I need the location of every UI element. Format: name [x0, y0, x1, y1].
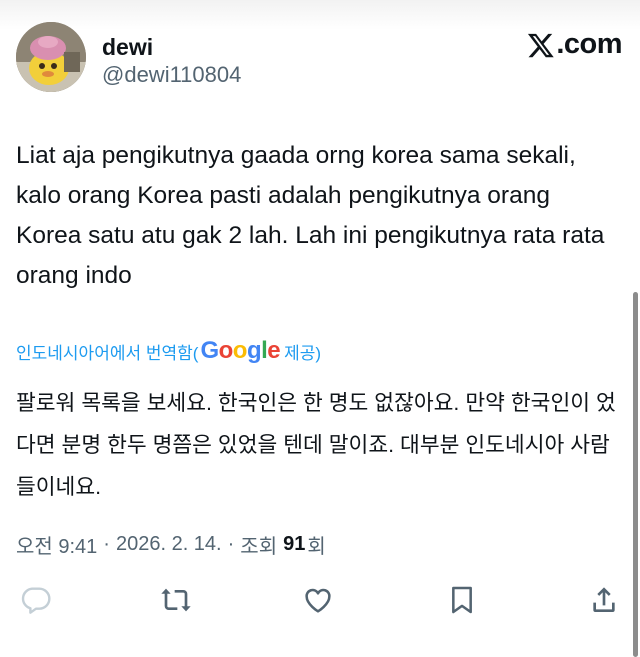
x-logo-icon — [528, 33, 555, 57]
site-label: .com — [526, 28, 622, 61]
like-icon — [305, 588, 331, 613]
tweet-time[interactable]: 오전 9:41 — [16, 530, 97, 559]
author-handle[interactable]: @dewi110804 — [102, 62, 241, 88]
translated-text: 팔로워 목록을 보세요. 한국인은 한 명도 없잖아요. 만약 한국인이 었다면… — [16, 391, 616, 499]
avatar-image — [16, 22, 86, 92]
views-count: 91 — [283, 533, 306, 555]
tweet-meta: 오전 9:41 · 2026. 2. 14. · 조회 91 회 — [16, 530, 326, 559]
author-name[interactable]: dewi — [102, 34, 153, 61]
action-bar — [16, 582, 624, 622]
share-icon — [593, 587, 615, 612]
reply-icon — [21, 587, 51, 614]
translation-label[interactable]: 인도네시아어에서 번역함( Google 제공) — [16, 334, 321, 368]
meta-separator: · — [227, 533, 235, 555]
share-button[interactable] — [586, 582, 622, 618]
tweet-header: dewi @dewi110804 .com — [16, 22, 624, 98]
translation-label-text: 인도네시아어에서 번역함( — [16, 343, 199, 363]
like-button[interactable] — [300, 582, 336, 618]
bookmark-button[interactable] — [444, 582, 480, 618]
translation-suffix: 제공) — [284, 343, 322, 363]
bookmark-icon — [452, 586, 472, 614]
retweet-button[interactable] — [158, 582, 194, 618]
tweet-date[interactable]: 2026. 2. 14. — [116, 533, 222, 556]
site-domain: .com — [556, 28, 622, 60]
scrollbar[interactable] — [633, 292, 638, 657]
meta-separator: · — [103, 533, 110, 555]
retweet-icon — [161, 588, 191, 612]
avatar[interactable] — [16, 22, 86, 92]
reply-button[interactable] — [18, 582, 54, 618]
views-suffix: 회 — [307, 536, 326, 558]
views-label: 조회 — [240, 536, 278, 558]
tweet-text: Liat aja pengikutnya gaada orng korea sa… — [16, 142, 605, 289]
google-logo: Google — [200, 337, 281, 364]
